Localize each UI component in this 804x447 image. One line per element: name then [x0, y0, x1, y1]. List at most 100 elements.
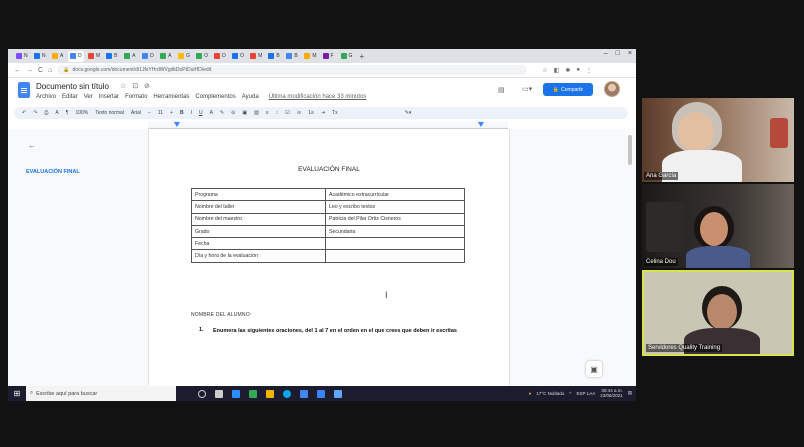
participant-tile[interactable]: Celina Dou [642, 184, 794, 268]
right-indent-marker[interactable] [478, 122, 484, 127]
table-value-cell[interactable]: Académico extracurricular [325, 187, 465, 202]
participant-tile-active-speaker[interactable]: Servidores Quality Training [642, 270, 794, 356]
browser-tab[interactable]: B [266, 51, 282, 62]
table-value-cell[interactable] [325, 249, 465, 263]
indent-icon[interactable]: ⇥ [321, 110, 325, 116]
maximize-icon[interactable]: □ [616, 50, 620, 57]
menu-item[interactable]: Editar [62, 94, 78, 100]
forward-icon[interactable]: → [26, 67, 33, 74]
comment-add-icon[interactable]: ▣ [242, 110, 247, 116]
browser-tab[interactable]: A [122, 51, 138, 62]
tray-chevron-icon[interactable]: ^ [569, 391, 571, 396]
menu-dots-icon[interactable]: ⋮ [586, 67, 592, 74]
browser-tab[interactable]: N [32, 51, 48, 62]
menu-item[interactable]: Ayuda [242, 94, 259, 100]
puzzle-icon[interactable]: ✱ [565, 67, 570, 74]
table-label-cell[interactable]: Nombre del maestro [191, 212, 326, 226]
menu-item[interactable]: Herramientas [153, 94, 189, 100]
document-title[interactable]: Documento sin título [36, 82, 109, 91]
bookmark-star-icon[interactable]: ☆ [542, 67, 547, 74]
browser-tab[interactable]: M [86, 51, 102, 62]
table-label-cell[interactable]: Grado [191, 224, 326, 239]
document-page[interactable]: EVALUACIÓN FINAL Programa Académico extra… [149, 129, 509, 386]
italic-icon[interactable]: I [191, 110, 192, 116]
table-label-cell[interactable]: Programa [191, 187, 326, 202]
browser-tab[interactable]: O [230, 51, 246, 62]
outline-back-icon[interactable]: ← [28, 141, 36, 150]
taskbar-search-input[interactable]: ⌕ Escribe aquí para buscar [26, 386, 176, 401]
mail-icon[interactable] [317, 389, 325, 398]
print-icon[interactable]: ⎙ [44, 110, 48, 116]
table-label-cell[interactable]: Fecha [191, 237, 326, 251]
title-actions-icon[interactable]: ☆ ⊡ ⊘ [120, 82, 152, 90]
spellcheck-icon[interactable]: A [55, 110, 58, 116]
table-value-cell[interactable] [325, 237, 465, 251]
zoom-app-icon[interactable] [232, 389, 240, 398]
chrome-icon[interactable] [300, 389, 308, 398]
numbered-list-icon[interactable]: 1≡ [308, 110, 314, 116]
task-view-icon[interactable] [215, 389, 223, 398]
account-avatar[interactable] [604, 81, 620, 97]
zoom-select[interactable]: 100% [75, 110, 88, 116]
outline-item[interactable]: EVALUACIÓN FINAL [26, 169, 80, 175]
browser-tab[interactable]: A [158, 51, 174, 62]
scrollbar[interactable] [628, 135, 632, 165]
link-icon[interactable]: ⊝ [231, 110, 235, 116]
bullets-icon[interactable]: ⁝≡ [297, 110, 302, 116]
clear-format-icon[interactable]: Tx [332, 110, 338, 116]
store-icon[interactable] [334, 389, 342, 398]
browser-tab[interactable]: D [212, 51, 228, 62]
browser-tab[interactable]: B [104, 51, 120, 62]
checklist-icon[interactable]: ☑ [285, 110, 289, 116]
clock[interactable]: 08:44 a.m. 23/06/2021 [600, 388, 623, 398]
minimize-icon[interactable]: – [604, 50, 608, 57]
highlight-icon[interactable]: ✎ [220, 110, 224, 116]
line-spacing-icon[interactable]: ↕ [276, 110, 279, 116]
font-size-decrease-icon[interactable]: − [148, 110, 151, 116]
table-value-cell[interactable]: Patricia del Pilar Ortiz Cisneros [325, 212, 465, 226]
browser-tab[interactable]: M [302, 51, 318, 62]
table-label-cell[interactable]: Día y hora de la evaluación [191, 249, 326, 263]
undo-icon[interactable]: ↶ [22, 110, 26, 116]
back-icon[interactable]: ← [14, 67, 21, 74]
bold-icon[interactable]: B [180, 110, 184, 116]
underline-icon[interactable]: U [199, 110, 203, 116]
browser-tab[interactable]: D [140, 51, 156, 62]
font-size-increase-icon[interactable]: + [170, 110, 173, 116]
close-icon[interactable]: × [628, 50, 632, 57]
paint-format-icon[interactable]: ¶ [66, 110, 69, 116]
table-value-cell[interactable]: Secundaria [325, 224, 465, 239]
browser-tab[interactable]: D [68, 50, 84, 62]
language-indicator[interactable]: ESP LAA [577, 391, 596, 396]
redo-icon[interactable]: ↷ [33, 110, 37, 116]
left-indent-marker[interactable] [174, 122, 180, 127]
browser-tab[interactable]: M [248, 51, 264, 62]
new-tab-button[interactable]: + [360, 52, 365, 61]
browser-tab[interactable]: A [50, 51, 66, 62]
browser-tab[interactable]: N [14, 51, 30, 62]
browser-tab[interactable]: G [339, 51, 355, 62]
menu-item[interactable]: Insertar [99, 94, 119, 100]
home-icon[interactable]: ⌂ [48, 67, 52, 74]
reload-icon[interactable]: C [38, 67, 43, 74]
style-select[interactable]: Texto normal [95, 110, 124, 116]
comments-icon[interactable]: ▤ [498, 86, 505, 94]
file-explorer-icon[interactable] [266, 389, 274, 398]
browser-tab[interactable]: B [284, 51, 300, 62]
last-edit-link[interactable]: Última modificación hace 33 minutos [269, 94, 367, 100]
cortana-icon[interactable] [198, 389, 206, 398]
participant-tile[interactable]: Ana García [642, 98, 794, 182]
align-icon[interactable]: ≡ [266, 110, 269, 116]
menu-item[interactable]: Archivo [36, 94, 56, 100]
notifications-icon[interactable]: ▤ [628, 390, 632, 396]
edge-icon[interactable] [283, 389, 291, 398]
google-docs-logo-icon[interactable] [18, 82, 30, 98]
edit-mode-icon[interactable]: ✎▾ [405, 110, 412, 116]
text-color-icon[interactable]: A [210, 110, 213, 116]
font-size-input[interactable]: 11 [158, 110, 163, 116]
profile-icon[interactable]: ● [576, 67, 580, 74]
meet-present-icon[interactable]: ▭▾ [522, 85, 532, 93]
explore-button[interactable]: ▣ [586, 361, 602, 377]
windows-start-button[interactable]: ⊞ [8, 386, 26, 401]
browser-tab[interactable]: F [321, 51, 337, 62]
